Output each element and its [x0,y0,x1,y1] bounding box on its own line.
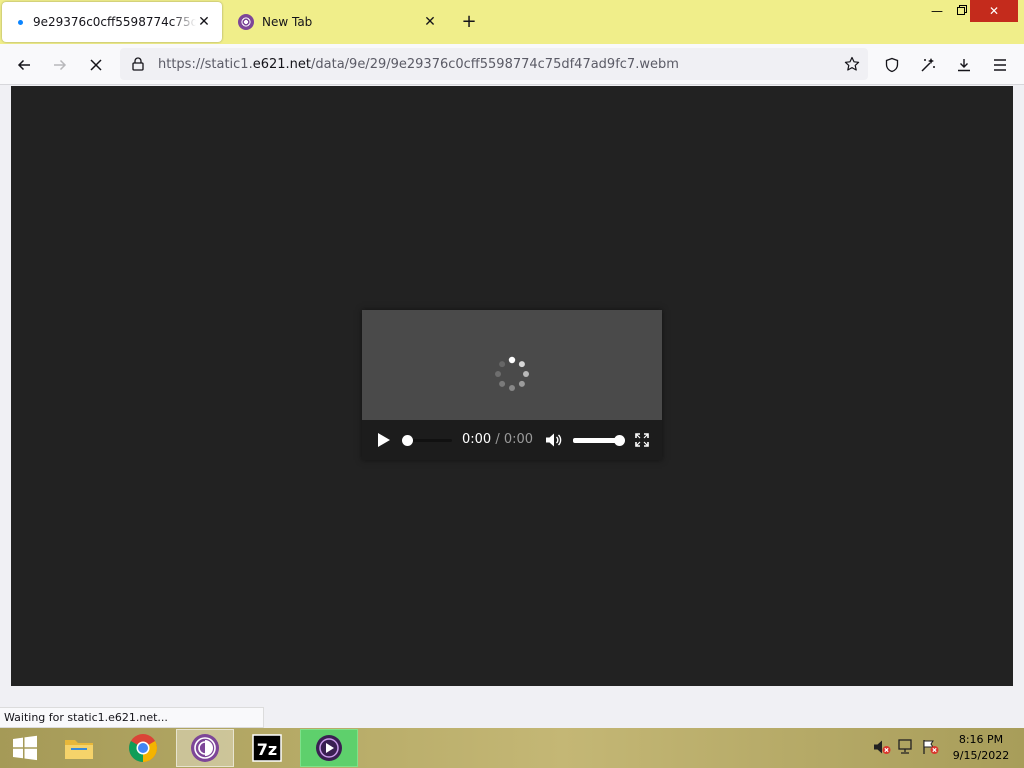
downloads-icon[interactable] [951,52,977,78]
svg-text:7z: 7z [257,740,277,759]
tab-video[interactable]: 9e29376c0cff5598774c75df47ad9fc7.webm ✕ [2,2,222,42]
magic-wand-icon[interactable] [915,52,941,78]
restore-icon [957,5,967,15]
action-center-flag-icon[interactable] [921,738,939,756]
navigation-bar: https://static1.e621.net/data/9e/29/9e29… [0,44,1024,85]
video-frame[interactable] [362,310,662,420]
tor-browser-icon [191,734,219,762]
volume-slider[interactable] [573,435,625,446]
windows-logo-icon [13,735,37,761]
clock-date: 9/15/2022 [952,749,1010,762]
seek-slider[interactable] [402,435,452,446]
taskbar: 7z 8:16 PM 9/15/2022 [0,728,1024,768]
url-host: e621.net [252,56,311,72]
system-clock[interactable]: 8:16 PM 9/15/2022 [946,732,1016,764]
bookmark-star-icon[interactable] [842,54,862,74]
volume-icon [546,433,562,447]
7zip-icon: 7z [252,734,282,762]
start-button[interactable] [0,728,50,768]
url-scheme: https:// [158,56,205,72]
time-display: 0:00 / 0:00 [462,432,533,447]
video-player[interactable]: 0:00 / 0:00 [362,310,662,460]
taskbar-chrome[interactable] [114,729,172,767]
forward-button[interactable] [46,52,74,78]
forward-arrow-icon [54,59,67,71]
url-path: /data/9e/29/9e29376c0cff5598774c75df47ad… [311,56,679,72]
loading-spinner-icon [495,356,529,391]
taskbar-file-explorer[interactable] [50,729,108,767]
mute-button[interactable] [544,430,564,450]
loading-indicator-icon [18,19,23,25]
new-tab-button[interactable]: + [456,10,482,34]
taskbar-7zip[interactable]: 7z [238,729,296,767]
duration: 0:00 [503,432,534,447]
tab-title: 9e29376c0cff5598774c75df47ad9fc7.webm [33,15,196,29]
menu-hamburger-icon[interactable] [987,52,1013,78]
fullscreen-icon [635,433,649,447]
taskbar-media-player[interactable] [300,729,358,767]
chrome-icon [129,734,157,762]
back-arrow-icon [17,59,30,71]
tab-strip: 9e29376c0cff5598774c75df47ad9fc7.webm ✕ … [0,0,1024,44]
url-bar[interactable]: https://static1.e621.net/data/9e/29/9e29… [120,48,868,80]
page-content: 0:00 / 0:00 [11,86,1013,686]
lock-icon [126,57,150,71]
play-icon [378,433,390,447]
url-subdomain: static1. [204,56,253,72]
video-controls: 0:00 / 0:00 [362,420,662,460]
shield-icon[interactable] [879,52,905,78]
tab-title: New Tab [262,15,313,29]
volume-muted-icon[interactable] [873,738,891,756]
tab-close-icon[interactable]: ✕ [422,14,438,30]
file-explorer-icon [65,740,93,759]
stop-icon [90,59,102,71]
volume-level [573,438,619,443]
tab-close-icon[interactable]: ✕ [196,14,212,30]
seek-thumb[interactable] [402,435,413,446]
network-icon[interactable] [897,738,915,756]
stop-button[interactable] [82,52,110,78]
status-bar: Waiting for static1.e621.net... [0,707,264,728]
tab-new-tab[interactable]: New Tab ✕ [226,2,448,42]
tor-browser-icon [238,14,254,30]
media-player-icon [316,735,342,761]
window-close-button[interactable]: ✕ [970,0,1018,22]
fullscreen-button[interactable] [632,430,652,450]
time-separator: / [491,432,504,447]
current-time: 0:00 [462,432,492,447]
taskbar-tor-browser[interactable] [176,729,234,767]
back-button[interactable] [10,52,38,78]
clock-time: 8:16 PM [958,733,1004,746]
play-button[interactable] [374,430,394,450]
volume-thumb[interactable] [614,435,625,446]
url-text: https://static1.e621.net/data/9e/29/9e29… [158,57,679,72]
